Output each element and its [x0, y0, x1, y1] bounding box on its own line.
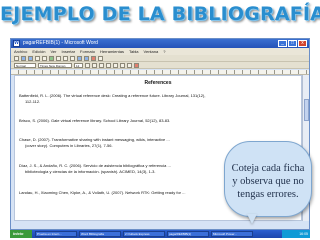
standard-toolbar [11, 55, 309, 62]
copy-icon[interactable] [63, 55, 68, 61]
menu-insertar[interactable]: Insertar [61, 48, 75, 55]
callout-bubble: Coteja cada ficha y observa que no tenga… [224, 141, 312, 217]
reference-continuation: (cover story). Computers in Libraries, 2… [25, 143, 113, 148]
reference-line: Battenfield, R. L. (2006). The virtual r… [19, 93, 206, 98]
paste-icon[interactable] [70, 55, 75, 61]
style-select[interactable]: Normal [14, 62, 36, 68]
window-titlebar[interactable]: W pagarREFBIB(1) - Microsoft Word _ □ x [11, 39, 309, 48]
menu-tabla[interactable]: Tabla [129, 48, 139, 55]
redo-icon[interactable] [84, 55, 89, 61]
taskbar-item[interactable]: Prueba en Intern... [35, 231, 77, 237]
new-document-icon[interactable] [14, 55, 19, 61]
underline-icon[interactable] [99, 62, 104, 68]
font-size-select[interactable]: 12 [74, 62, 83, 68]
minimize-button[interactable]: _ [278, 40, 287, 47]
taskbar-item[interactable]: pagarREFBIB(1) [167, 231, 209, 237]
justify-icon[interactable] [127, 62, 132, 68]
references-heading: References [144, 80, 172, 86]
reference-continuation: biblioteologia y ciencias de la informac… [25, 169, 156, 174]
reference-line: Chase, D. (2007). Transformative sharing… [19, 137, 170, 142]
align-right-icon[interactable] [120, 62, 125, 68]
menu-ayuda[interactable]: ? [163, 48, 165, 55]
reference-entry: Díaz, J. S., & Andaño, R. C. (2006). Ser… [19, 163, 259, 175]
reference-line: Landau, H., Xiaoming Chen, Kipke, A., & … [19, 190, 186, 195]
reference-line: Brisco, S. (2006). Gale virtual referenc… [19, 118, 171, 123]
callout-tail [247, 214, 257, 224]
font-color-icon[interactable] [134, 62, 139, 68]
menu-formato[interactable]: Formato [80, 48, 95, 55]
taskbar-item[interactable]: Microsoft Power... [211, 231, 253, 237]
taskbar: Inicio Prueba en Intern... Word Bibliogr… [10, 230, 310, 238]
reference-entry: Battenfield, R. L. (2006). The virtual r… [19, 93, 259, 105]
align-center-icon[interactable] [113, 62, 118, 68]
reference-line: Díaz, J. S., & Andaño, R. C. (2006). Ser… [19, 163, 171, 168]
formatting-toolbar: Normal Times New Roman 12 [11, 62, 309, 69]
insert-table-icon[interactable] [91, 55, 96, 61]
maximize-button[interactable]: □ [288, 40, 297, 47]
reference-continuation: 112-112. [25, 99, 41, 104]
print-icon[interactable] [35, 55, 40, 61]
columns-icon[interactable] [98, 55, 103, 61]
save-icon[interactable] [28, 55, 33, 61]
menu-edicion[interactable]: Edición [32, 48, 45, 55]
reference-entry: Landau, H., Xiaoming Chen, Kipke, A., & … [19, 190, 259, 196]
slide-title: EJEMPLO DE LA BIBLIOGRAFÍA [0, 3, 320, 25]
word-app-icon: W [13, 40, 20, 47]
reference-entry: Chase, D. (2007). Transformative sharing… [19, 137, 259, 149]
system-clock: 16:05 [282, 230, 310, 238]
menu-archivo[interactable]: Archivo [14, 48, 27, 55]
taskbar-item[interactable]: Word Bibliografía [79, 231, 121, 237]
menu-ver[interactable]: Ver [50, 48, 56, 55]
cut-icon[interactable] [56, 55, 61, 61]
menu-bar: Archivo Edición Ver Insertar Formato Her… [11, 48, 309, 55]
undo-icon[interactable] [77, 55, 82, 61]
print-preview-icon[interactable] [42, 55, 47, 61]
close-button[interactable]: x [298, 40, 307, 47]
scrollbar-thumb[interactable] [304, 99, 309, 121]
spelling-icon[interactable] [49, 55, 54, 61]
start-button[interactable]: Inicio [10, 230, 32, 238]
italic-icon[interactable] [92, 62, 97, 68]
open-folder-icon[interactable] [21, 55, 26, 61]
menu-ventana[interactable]: Ventana [144, 48, 159, 55]
reference-entry: Brisco, S. (2006). Gale virtual referenc… [19, 118, 259, 124]
callout-line: tengas errores. [237, 189, 299, 200]
window-title: pagarREFBIB(1) - Microsoft Word [23, 40, 98, 46]
menu-herramientas[interactable]: Herramientas [100, 48, 124, 55]
taskbar-item[interactable]: 2 Outlook Express [123, 231, 165, 237]
callout-line: y observa que no [232, 176, 304, 187]
callout-line: Coteja cada ficha [231, 163, 305, 174]
bold-icon[interactable] [85, 62, 90, 68]
font-select[interactable]: Times New Roman [38, 62, 72, 68]
align-left-icon[interactable] [106, 62, 111, 68]
